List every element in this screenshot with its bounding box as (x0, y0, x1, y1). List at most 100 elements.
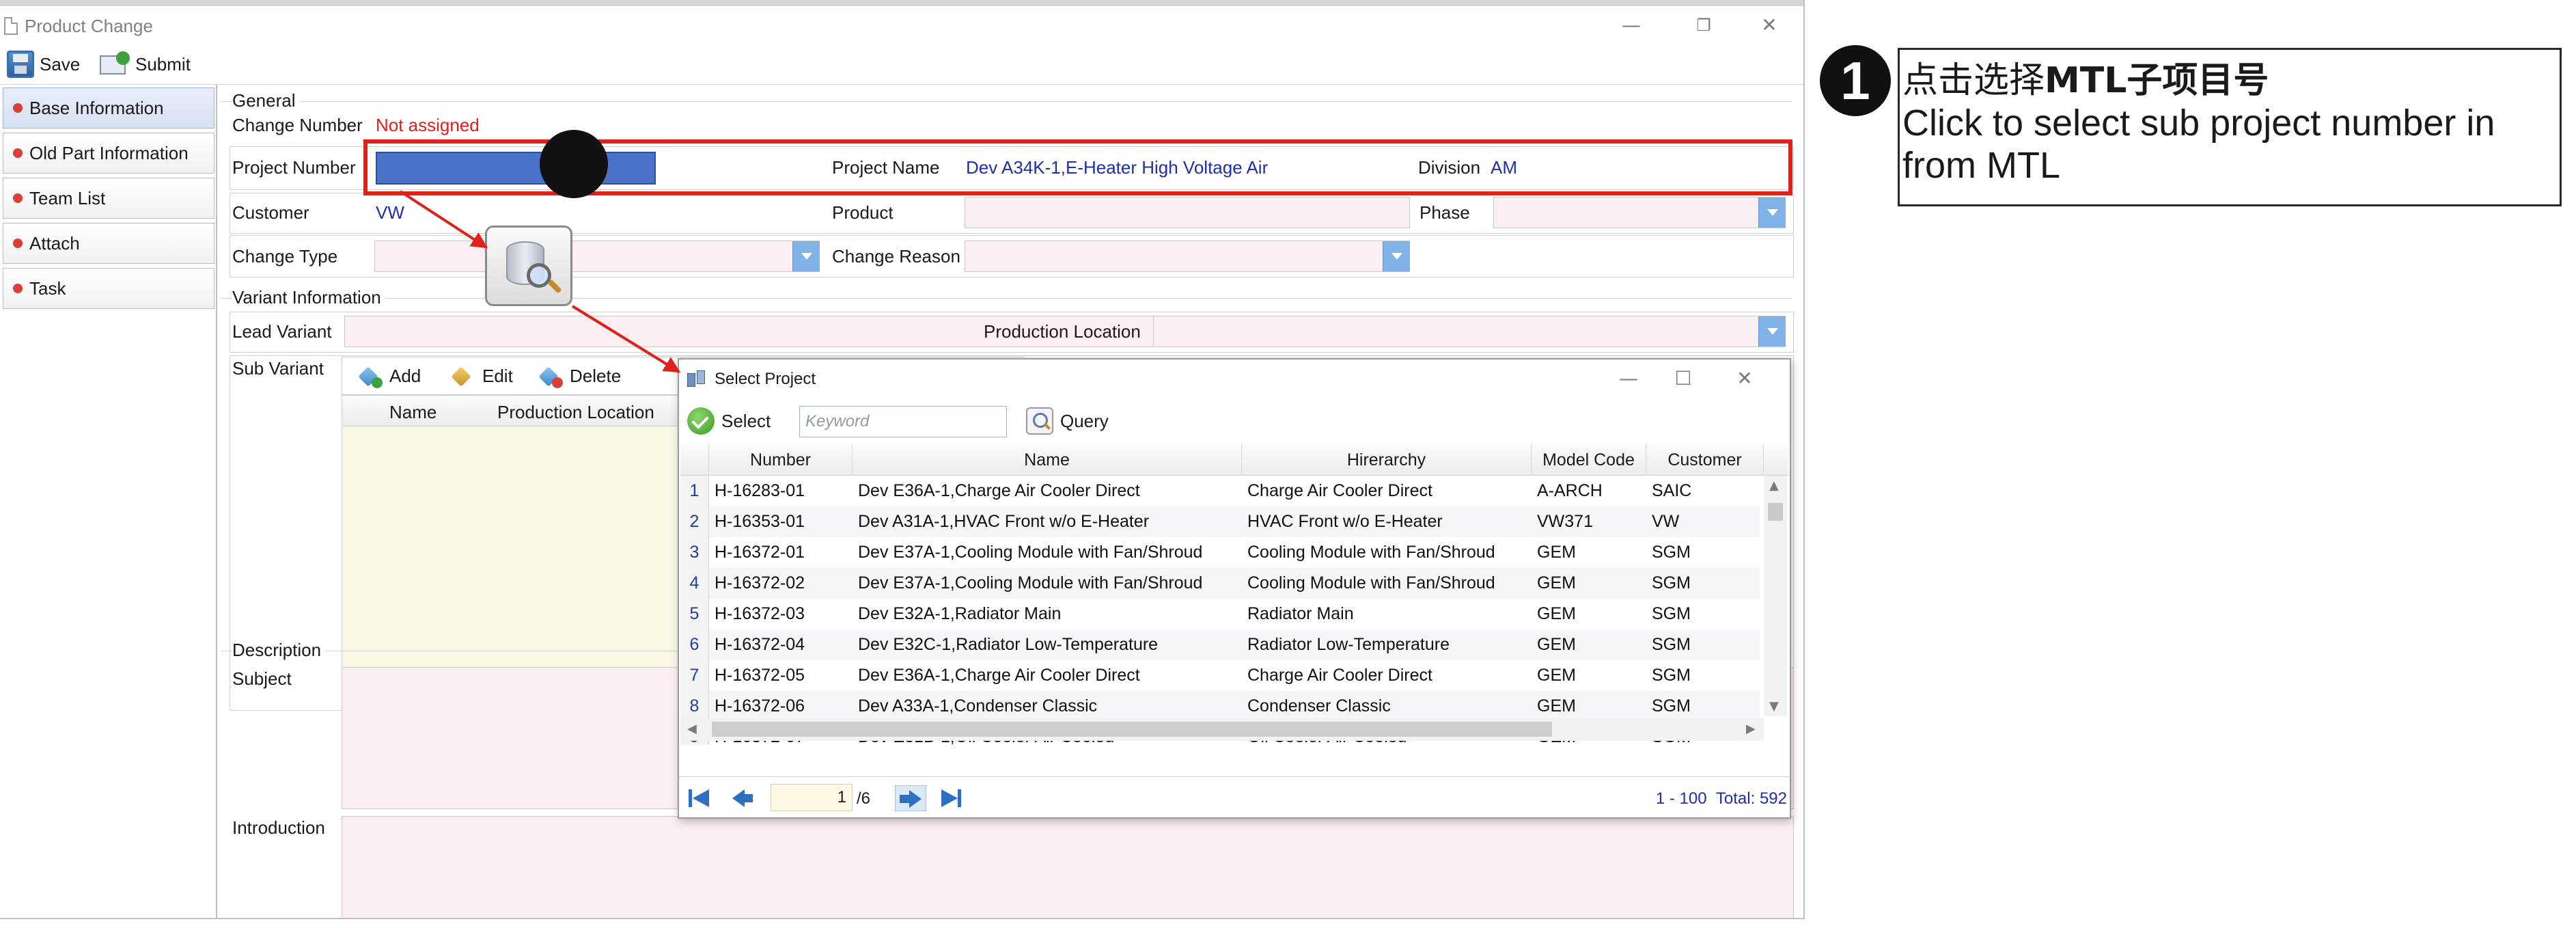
callout-english-text: Click to select sub project number in fr… (1902, 103, 2495, 186)
save-label: Save (40, 53, 81, 74)
nav-attach[interactable]: Attach (3, 223, 214, 264)
scroll-thumb[interactable] (1768, 503, 1783, 521)
table-row[interactable]: 4 H-16372-02 Dev E37A-1,Cooling Module wit… (680, 568, 1760, 599)
cell-name: Dev E37A-1,Cooling Module with Fan/Shrou… (858, 543, 1203, 562)
nav-old-part-information[interactable]: Old Part Information (3, 133, 214, 174)
scroll-right-icon[interactable]: ▶ (1746, 722, 1756, 736)
cell-number: H-16372-04 (715, 635, 805, 654)
step-badge-hidden (540, 130, 608, 198)
nav-label: Old Part Information (29, 142, 189, 163)
cell-model-code: GEM (1537, 543, 1576, 562)
phase-label: Phase (1419, 202, 1470, 223)
chevron-down-icon[interactable] (1383, 241, 1410, 271)
chevron-down-icon[interactable] (792, 241, 820, 271)
table-row[interactable]: 7 H-16372-05 Dev E36A-1,Charge Air Cooler … (680, 660, 1760, 691)
restore-button[interactable]: ❐ (1683, 12, 1724, 39)
last-page-button[interactable] (937, 785, 969, 811)
nav-team-list[interactable]: Team List (3, 178, 214, 219)
product-input[interactable] (965, 197, 1410, 228)
select-button[interactable]: Select (687, 406, 771, 436)
document-icon (4, 17, 18, 35)
status-dot-icon (13, 148, 23, 158)
col-hierarchy-header[interactable]: Hirerarchy (1242, 444, 1532, 476)
dialog-toolbar: Select Query (679, 399, 1790, 443)
table-row[interactable]: 3 H-16372-01 Dev E37A-1,Cooling Module wit… (680, 537, 1760, 568)
cell-hierarchy: HVAC Front w/o E-Heater (1247, 512, 1443, 531)
cell-hierarchy: Cooling Module with Fan/Shroud (1247, 543, 1495, 562)
cell-hierarchy: Radiator Low-Temperature (1247, 635, 1450, 654)
scroll-up-icon[interactable]: ▲ (1769, 478, 1779, 493)
col-name-header[interactable]: Name (853, 444, 1242, 476)
minimize-button[interactable]: — (1611, 12, 1652, 39)
introduction-textarea[interactable] (342, 816, 1794, 918)
add-button[interactable]: Add (358, 364, 421, 388)
production-location-label: Production Location (984, 321, 1141, 342)
chevron-down-icon[interactable] (1758, 198, 1786, 228)
change-type-select[interactable] (374, 241, 820, 272)
cell-hierarchy: Charge Air Cooler Direct (1247, 666, 1432, 685)
horizontal-scrollbar[interactable]: ◀ ▶ (680, 718, 1764, 741)
cell-customer: SGM (1652, 543, 1691, 562)
table-row[interactable]: 1 H-16283-01 Dev E36A-1,Charge Air Cooler … (680, 476, 1760, 506)
prev-page-button[interactable] (728, 785, 760, 811)
product-label: Product (832, 202, 894, 223)
table-row[interactable]: 2 H-16353-01 Dev A31A-1,HVAC Front w/o E-H… (680, 506, 1760, 537)
scroll-thumb[interactable] (712, 722, 1552, 737)
query-button[interactable]: Query (1026, 406, 1109, 436)
top-strip (0, 0, 1803, 6)
submit-label: Submit (135, 53, 191, 74)
page-number-input[interactable]: 1 (771, 784, 853, 811)
sub-variant-label: Sub Variant (232, 358, 324, 379)
cell-customer: SGM (1652, 666, 1691, 685)
cell-hierarchy: Radiator Main (1247, 604, 1354, 623)
scroll-down-icon[interactable]: ▼ (1769, 699, 1779, 713)
cell-model-code: VW371 (1537, 512, 1593, 531)
dialog-minimize-button[interactable]: — (1608, 365, 1649, 392)
vertical-scrollbar[interactable]: ▲ ▼ (1764, 476, 1787, 716)
dialog-maximize-button[interactable]: ☐ (1663, 365, 1704, 392)
next-page-button[interactable] (895, 785, 926, 811)
phase-select[interactable] (1493, 197, 1786, 228)
cell-hierarchy: Cooling Module with Fan/Shroud (1247, 573, 1495, 593)
dialog-close-button[interactable]: ✕ (1724, 365, 1765, 392)
col-name-header: Name (389, 402, 437, 422)
save-button[interactable]: Save (7, 49, 80, 79)
col-customer-header[interactable]: Customer (1646, 444, 1764, 476)
table-row[interactable]: 6 H-16372-04 Dev E32C-1,Radiator Low-Tempe… (680, 629, 1760, 660)
change-type-label: Change Type (232, 246, 338, 267)
status-dot-icon (13, 284, 23, 293)
page-count: /6 (857, 789, 871, 808)
cell-model-code: A-ARCH (1537, 481, 1603, 500)
table-row[interactable]: 5 H-16372-03 Dev E32A-1,Radiator Main Radia… (680, 599, 1760, 629)
cell-hierarchy: Charge Air Cooler Direct (1247, 481, 1432, 500)
scroll-left-icon[interactable]: ◀ (687, 722, 697, 736)
customer-label: Customer (232, 202, 309, 223)
col-number-header[interactable]: Number (709, 444, 853, 476)
cell-number: H-16372-03 (715, 604, 805, 623)
first-page-button[interactable] (684, 785, 716, 811)
query-icon (1026, 407, 1053, 435)
nav-base-information[interactable]: Base Information (3, 87, 214, 128)
close-button[interactable]: ✕ (1749, 12, 1790, 39)
cell-name: Dev E36A-1,Charge Air Cooler Direct (858, 666, 1140, 685)
step-number-badge: 1 (1820, 45, 1891, 116)
chevron-down-icon[interactable] (1758, 316, 1786, 346)
change-reason-select[interactable] (965, 241, 1410, 272)
nav-task[interactable]: Task (3, 268, 214, 309)
cell-model-code: GEM (1537, 635, 1576, 654)
title-bar: Product Change — ❐ ✕ (0, 6, 1803, 45)
introduction-label: Introduction (232, 817, 325, 838)
cell-customer: SGM (1652, 604, 1691, 623)
grid-header: Number Name Hirerarchy Model Code Custom… (680, 444, 1788, 476)
production-location-select[interactable] (1153, 316, 1786, 347)
edit-button[interactable]: Edit (451, 364, 513, 388)
total-count: 592 (1759, 789, 1787, 808)
check-icon (687, 407, 715, 435)
database-search-icon[interactable] (485, 226, 572, 306)
row-index: 2 (680, 506, 709, 537)
submit-button[interactable]: Submit (100, 49, 191, 79)
delete-button[interactable]: Delete (538, 364, 621, 388)
keyword-input[interactable] (799, 406, 1007, 437)
fieldset-line (221, 101, 1792, 102)
col-model-code-header[interactable]: Model Code (1532, 444, 1646, 476)
